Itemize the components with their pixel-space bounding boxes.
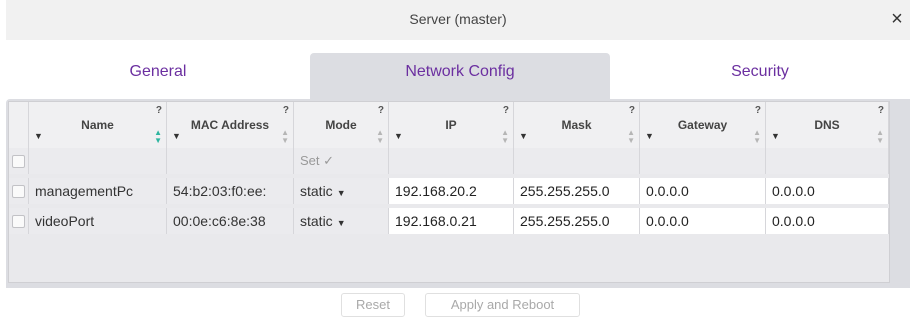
header-ip[interactable]: IP ? ▼ ▲ ▼: [389, 102, 514, 148]
row-name-cell: videoPort: [29, 208, 167, 234]
filter-cell: [514, 148, 640, 174]
close-icon[interactable]: ×: [886, 8, 908, 30]
header-name[interactable]: Name ? ▼ ▲ ▼: [29, 102, 167, 148]
tab-general[interactable]: General: [6, 53, 310, 99]
row-dns-input[interactable]: 0.0.0.0: [766, 178, 889, 204]
select-all-cell: [9, 148, 29, 174]
header-ip-label: IP: [445, 118, 457, 132]
header-name-label: Name: [81, 118, 114, 132]
header-dns[interactable]: DNS ? ▼ ▲ ▼: [766, 102, 889, 148]
mode-value: static: [300, 213, 333, 229]
filter-dropdown-icon[interactable]: ▼: [519, 131, 528, 141]
row-mac-cell: 00:0e:c6:8e:38: [167, 208, 294, 234]
header-mask[interactable]: Mask ? ▼ ▲ ▼: [514, 102, 640, 148]
sort-icon[interactable]: ▲ ▼: [281, 129, 289, 145]
select-all-checkbox[interactable]: [12, 155, 25, 168]
table-row-select-cell: [9, 208, 29, 234]
row-mask-input[interactable]: 255.255.255.0: [514, 208, 640, 234]
sort-icon[interactable]: ▲ ▼: [876, 129, 884, 145]
row-ip-input[interactable]: 192.168.0.21: [389, 208, 514, 234]
row-dns-input[interactable]: 0.0.0.0: [766, 208, 889, 234]
row-mode-select[interactable]: static ▼: [294, 208, 389, 234]
header-mode-label: Mode: [325, 118, 357, 132]
row-mode-select[interactable]: static ▼: [294, 178, 389, 204]
help-icon[interactable]: ?: [629, 105, 635, 116]
chevron-down-icon: ▼: [336, 188, 346, 198]
tab-security[interactable]: Security: [610, 53, 910, 99]
header-mode[interactable]: Mode ? ▲ ▼: [294, 102, 389, 148]
filter-cell: [640, 148, 766, 174]
mode-set-button[interactable]: Set ✓: [294, 148, 389, 174]
filter-dropdown-icon[interactable]: ▼: [394, 131, 403, 141]
sort-icon[interactable]: ▲ ▼: [376, 129, 384, 145]
filter-dropdown-icon[interactable]: ▼: [771, 131, 780, 141]
sort-icon[interactable]: ▲ ▼: [154, 129, 162, 145]
row-mask-input[interactable]: 255.255.255.0: [514, 178, 640, 204]
mode-value: static: [300, 183, 333, 199]
filter-dropdown-icon[interactable]: ▼: [645, 131, 654, 141]
network-table: Name ? ▼ ▲ ▼ MAC Address ? ▼ ▲ ▼ Mode ? ▲ ▼…: [8, 101, 890, 283]
sort-icon[interactable]: ▲ ▼: [627, 129, 635, 145]
row-gateway-input[interactable]: 0.0.0.0: [640, 208, 766, 234]
header-dns-label: DNS: [814, 118, 840, 132]
filter-cell: [167, 148, 294, 174]
row-gateway-input[interactable]: 0.0.0.0: [640, 178, 766, 204]
header-select-column: [9, 102, 29, 148]
filter-cell: [389, 148, 514, 174]
reset-button[interactable]: Reset: [341, 293, 405, 317]
header-mac-label: MAC Address: [190, 118, 270, 132]
help-icon[interactable]: ?: [755, 105, 761, 116]
tab-network-config[interactable]: Network Config: [310, 53, 610, 99]
header-mac-address[interactable]: MAC Address ? ▼ ▲ ▼: [167, 102, 294, 148]
title-bar: Server (master) ×: [6, 0, 910, 40]
window-title: Server (master): [409, 11, 507, 27]
header-mask-label: Mask: [561, 118, 592, 132]
help-icon[interactable]: ?: [878, 105, 884, 116]
filter-cell: [766, 148, 889, 174]
row-mac-cell: 54:b2:03:f0:ee:: [167, 178, 294, 204]
sort-icon[interactable]: ▲ ▼: [753, 129, 761, 145]
tab-bar: General Network Config Security: [6, 53, 910, 99]
filter-dropdown-icon[interactable]: ▼: [34, 131, 43, 141]
filter-cell: [29, 148, 167, 174]
help-icon[interactable]: ?: [503, 105, 509, 116]
help-icon[interactable]: ?: [378, 105, 384, 116]
filter-dropdown-icon[interactable]: ▼: [172, 131, 181, 141]
row-checkbox[interactable]: [12, 185, 25, 198]
help-icon[interactable]: ?: [283, 105, 289, 116]
row-name-cell: managementPc: [29, 178, 167, 204]
sort-icon[interactable]: ▲ ▼: [501, 129, 509, 145]
header-gateway[interactable]: Gateway ? ▼ ▲ ▼: [640, 102, 766, 148]
row-ip-input[interactable]: 192.168.20.2: [389, 178, 514, 204]
chevron-down-icon: ▼: [336, 218, 346, 228]
header-gateway-label: Gateway: [677, 118, 728, 132]
row-checkbox[interactable]: [12, 215, 25, 228]
apply-and-reboot-button[interactable]: Apply and Reboot: [425, 293, 580, 317]
help-icon[interactable]: ?: [156, 105, 162, 116]
table-row-select-cell: [9, 178, 29, 204]
